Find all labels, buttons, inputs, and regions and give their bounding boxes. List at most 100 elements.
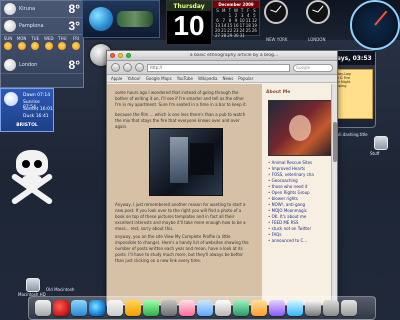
world-clock-london[interactable] bbox=[306, 0, 330, 24]
address-bar[interactable]: http:// bbox=[147, 63, 290, 72]
date-cell[interactable]: 27 bbox=[215, 34, 220, 38]
bookmark[interactable]: Popular bbox=[238, 76, 253, 81]
sun-icon bbox=[31, 42, 40, 50]
safari-icon[interactable] bbox=[89, 300, 105, 316]
trash-icon[interactable] bbox=[341, 300, 357, 316]
hard-drive-icon[interactable] bbox=[26, 278, 40, 292]
bookmark[interactable]: Google Maps bbox=[146, 76, 172, 81]
calendar-day-name: Thursday bbox=[173, 2, 205, 10]
weather-row-left: London bbox=[4, 59, 37, 71]
preview-icon[interactable] bbox=[197, 300, 213, 316]
weather-temp: 8° bbox=[68, 58, 80, 72]
textedit-icon[interactable] bbox=[215, 300, 231, 316]
sun-icon bbox=[71, 42, 80, 50]
forecast-day-label: WED bbox=[44, 36, 54, 41]
skull-jaw bbox=[22, 176, 42, 186]
world-clock-new-york[interactable] bbox=[264, 0, 288, 24]
zoom-icon[interactable] bbox=[126, 53, 131, 58]
forecast-day-label: FRI bbox=[72, 36, 80, 41]
itunes-icon[interactable] bbox=[179, 300, 195, 316]
weekday-label: S bbox=[216, 8, 219, 13]
minimize-icon[interactable] bbox=[118, 53, 123, 58]
world-clock-label: LONDON bbox=[308, 37, 326, 42]
browser-window[interactable]: a basic ethnography article by a blog...… bbox=[106, 50, 338, 306]
app-icon[interactable] bbox=[269, 300, 285, 316]
sun-icon bbox=[4, 42, 12, 50]
world-map-widget[interactable] bbox=[82, 0, 160, 38]
app-icon[interactable] bbox=[251, 300, 267, 316]
forecast-day: FRI bbox=[71, 36, 81, 56]
messages-icon[interactable] bbox=[143, 300, 159, 316]
search-field[interactable]: Google bbox=[293, 63, 333, 72]
post-paragraph: Anyway, I just remembered another reason… bbox=[115, 202, 246, 231]
reload-button[interactable] bbox=[135, 63, 144, 72]
downloads-icon[interactable] bbox=[323, 300, 339, 316]
sun-moon-widget[interactable]: Dawn 07:14 Sunrise 07:54 Sunset 16:01 Du… bbox=[0, 88, 54, 132]
skull-icon bbox=[2, 146, 62, 206]
month-calendar-widget[interactable]: December 2009 S M T W T F S 1 2 3 4 5 6 7 8 9 10 11 12 13 14… bbox=[212, 0, 260, 39]
dusk-time: Dusk 16:41 bbox=[23, 114, 49, 119]
forecast-day: TUE bbox=[30, 36, 40, 56]
dock bbox=[28, 296, 376, 320]
calendar-icon[interactable] bbox=[107, 300, 123, 316]
date-cell[interactable]: 31 bbox=[240, 34, 245, 38]
date-cell[interactable]: 29 bbox=[227, 34, 232, 38]
date-cell[interactable]: 30 bbox=[233, 34, 238, 38]
sun-moon-city: BRISTOL bbox=[16, 123, 38, 128]
forecast-day-label: THU bbox=[58, 36, 67, 41]
date-cell[interactable]: 25 bbox=[246, 29, 251, 33]
month-grid: S M T W T F S 1 2 3 4 5 6 7 8 9 10 11 12 13 14 15 16 17 18 19 20 21… bbox=[213, 8, 259, 39]
weather-row: Kiruna 8° bbox=[1, 1, 83, 18]
app-icon[interactable] bbox=[233, 300, 249, 316]
forecast-day-label: MON bbox=[16, 36, 27, 41]
bookmark[interactable]: News bbox=[222, 76, 233, 81]
weather-temp: 3° bbox=[68, 19, 80, 33]
folder-icon[interactable] bbox=[374, 136, 388, 150]
weekday-label: M bbox=[221, 8, 226, 13]
date-cell[interactable]: 26 bbox=[252, 29, 257, 33]
moon-icon bbox=[4, 3, 16, 15]
forecast-day: SUN bbox=[3, 36, 13, 56]
page-content: some hours ago I wondered that instead o… bbox=[107, 84, 336, 304]
terminal-icon[interactable] bbox=[305, 300, 321, 316]
sunset-time: Sunset 16:01 bbox=[23, 107, 53, 112]
calendar-day-widget[interactable]: Thursday 10 bbox=[166, 0, 212, 45]
bookmark[interactable]: Wikipedia bbox=[198, 76, 218, 81]
window-title: a basic ethnography article by a blog... bbox=[189, 53, 279, 58]
bookmark[interactable]: Yahoo! bbox=[127, 76, 140, 81]
notes-icon[interactable] bbox=[125, 300, 141, 316]
sun-icon bbox=[58, 42, 67, 50]
system-preferences-icon[interactable] bbox=[161, 300, 177, 316]
sidebar: About Me • Animal Rescue Sites • Improve… bbox=[262, 84, 336, 304]
sidebar-link[interactable]: • announced to C... bbox=[268, 238, 330, 244]
scrollbar-thumb[interactable] bbox=[333, 122, 337, 162]
browser-toolbar: http:// Google bbox=[107, 61, 337, 75]
skull-head bbox=[16, 150, 48, 176]
desktop: Kiruna 8° Pamplona 3° SUN MON TUE WED TH… bbox=[0, 0, 400, 320]
close-icon[interactable] bbox=[110, 53, 115, 58]
opera-icon[interactable] bbox=[53, 300, 69, 316]
bookmark[interactable]: YouTube bbox=[177, 76, 193, 81]
forecast-day-label: TUE bbox=[31, 36, 40, 41]
back-button[interactable] bbox=[111, 63, 120, 72]
sun-icon bbox=[44, 42, 53, 50]
weather-widget[interactable]: Kiruna 8° Pamplona 3° SUN MON TUE WED TH… bbox=[0, 0, 84, 88]
blog-post: some hours ago I wondered that instead o… bbox=[107, 84, 262, 304]
moon-icon bbox=[4, 20, 16, 32]
dawn-time: Dawn 07:14 bbox=[23, 93, 51, 98]
mail-icon[interactable] bbox=[71, 300, 87, 316]
gauge-icon[interactable] bbox=[350, 0, 400, 50]
weather-row-left: Pamplona bbox=[4, 20, 44, 32]
dock-label: Old Macintosh bbox=[46, 287, 75, 292]
app-icon[interactable] bbox=[287, 300, 303, 316]
profile-photo bbox=[268, 100, 332, 156]
skull-eye bbox=[34, 160, 42, 168]
forward-button[interactable] bbox=[123, 63, 132, 72]
scrollbar[interactable] bbox=[331, 84, 337, 304]
date-cell[interactable]: 28 bbox=[221, 34, 226, 38]
bookmark[interactable]: Apple bbox=[111, 76, 122, 81]
weather-row: London 8° bbox=[1, 57, 83, 74]
finder-icon[interactable] bbox=[35, 300, 51, 316]
forecast-day-label: SUN bbox=[3, 36, 13, 41]
sidebar-links: • Animal Rescue Sites • Improved Hearts … bbox=[268, 160, 330, 244]
